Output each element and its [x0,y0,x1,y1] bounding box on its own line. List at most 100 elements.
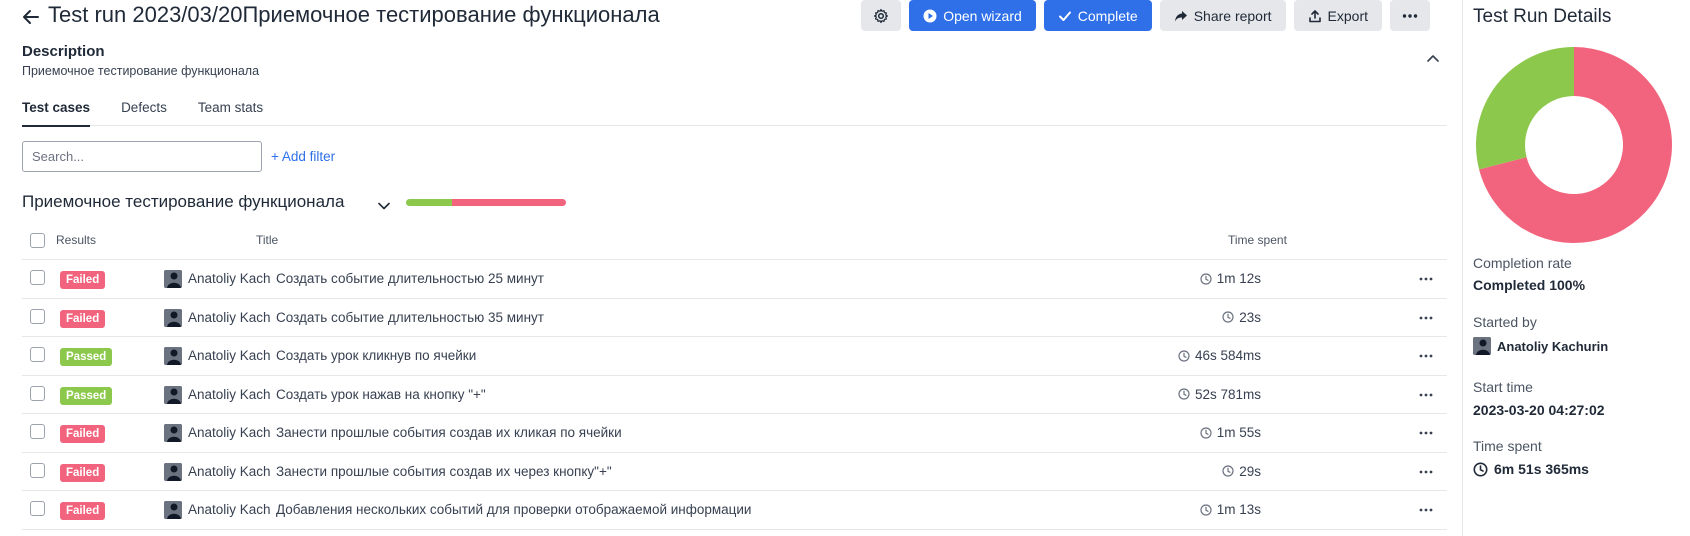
complete-button[interactable]: Complete [1043,0,1152,31]
search-input[interactable] [22,141,262,172]
test-cases-table: Results Title Time spent Failed Anatoliy … [22,225,1447,530]
row-more-icon[interactable] [1419,390,1433,400]
time-spent-cell: 29s [1222,464,1261,479]
avatar [164,347,182,365]
completion-rate-label: Completion rate [1473,255,1572,271]
status-badge: Passed [60,386,113,405]
details-title: Test Run Details [1473,6,1612,27]
suite-progress-passed [406,199,453,206]
table-row[interactable]: Failed Anatoliy Kachurin Создать событие д… [22,260,1447,299]
test-case-title[interactable]: Создать событие длительностью 25 минут [276,271,544,286]
clock-icon [1200,426,1212,439]
row-checkbox[interactable] [30,270,45,285]
export-button[interactable]: Export [1293,0,1382,31]
table-row[interactable]: Failed Anatoliy Kachurin Создать событие д… [22,299,1447,337]
test-case-title[interactable]: Создать урок кликнув по ячейки [276,348,476,363]
time-spent-cell: 1m 12s [1200,271,1261,286]
gear-icon [874,8,889,23]
table-body: Failed Anatoliy Kachurin Создать событие д… [22,260,1447,530]
table-row[interactable]: Failed Anatoliy Kachurin Занести прошлые с… [22,414,1447,453]
export-label: Export [1327,7,1368,24]
time-spent-text: 23s [1239,309,1261,325]
assignee-name: Anatoliy Kachurin [188,502,270,517]
test-case-title[interactable]: Занести прошлые события создав их через … [276,464,612,479]
status-badge: Passed [60,348,113,366]
more-actions-button[interactable] [1390,0,1430,31]
table-header: Results Title Time spent [22,225,1447,260]
test-case-title[interactable]: Создать урок нажав на кнопку "+" [276,387,486,402]
row-more-icon[interactable] [1419,505,1433,515]
started-by-name: Anatoliy Kachurin [1497,338,1609,354]
status-badge: Failed [60,463,106,482]
row-checkbox[interactable] [30,347,45,362]
table-row[interactable]: Failed Anatoliy Kachurin Занести прошлые с… [22,453,1447,491]
row-more-icon[interactable] [1419,467,1433,477]
time-spent-label: Time spent [1473,438,1542,454]
tab-team-stats[interactable]: Team stats [198,100,263,126]
tab-bar: Test cases Defects Team stats [22,100,1447,127]
clock-icon [1178,349,1190,362]
row-checkbox[interactable] [30,501,45,516]
avatar [164,308,182,327]
tab-test-cases[interactable]: Test cases [22,100,91,127]
column-title: Title [256,233,279,247]
test-run-details-panel: Test Run Details Completion rate Complet… [1462,0,1690,536]
time-spent-cell: 46s 584ms [1178,348,1261,363]
main-area: Test run 2023/03/20Приемочное тестирован… [0,0,1460,536]
start-time-value: 2023-03-20 04:27:02 [1473,402,1605,418]
clock-icon [1200,272,1212,285]
settings-button[interactable] [861,0,902,31]
row-more-icon[interactable] [1419,428,1433,438]
suite-progress-failed [452,199,566,206]
avatar [164,462,182,481]
assignee-name: Anatoliy Kachurin [188,463,270,479]
share-report-button[interactable]: Share report [1159,0,1286,31]
donut-slice-passed [1476,47,1574,170]
test-case-title[interactable]: Занести прошлые события создав их кликая… [276,425,622,440]
time-spent-cell: 52s 781ms [1178,387,1261,402]
avatar [164,424,182,442]
completion-rate-value: Completed 100% [1473,277,1586,293]
time-spent-cell: 1m 55s [1200,425,1261,440]
started-by-user[interactable]: Anatoliy Kachurin [1473,337,1608,355]
table-row[interactable]: Failed Anatoliy Kachurin Добавления нескол… [22,491,1447,530]
time-spent-cell: 1m 13s [1200,502,1261,517]
complete-label: Complete [1077,7,1138,24]
back-arrow-icon[interactable] [20,6,42,28]
column-results: Results [56,233,97,247]
row-more-icon[interactable] [1419,351,1433,361]
table-row[interactable]: Passed Anatoliy Kachurin Создать урок клик… [22,337,1447,376]
ellipsis-icon [1402,13,1418,18]
assignee-name: Anatoliy Kachurin [188,271,270,286]
add-filter-link[interactable]: + Add filter [271,149,335,164]
upload-icon [1308,9,1321,22]
open-wizard-label: Open wizard [943,7,1022,24]
suite-title[interactable]: Приемочное тестирование функционала [22,192,344,212]
start-time-label: Start time [1473,379,1533,395]
status-badge: Failed [60,502,106,520]
chevron-up-icon[interactable] [1425,50,1441,66]
tab-defects[interactable]: Defects [121,100,167,126]
open-wizard-button[interactable]: Open wizard [909,0,1036,31]
chevron-down-icon[interactable] [377,199,391,213]
row-more-icon[interactable] [1419,313,1433,323]
test-case-title[interactable]: Создать событие длительностью 35 минут [276,310,544,325]
row-checkbox[interactable] [30,462,45,478]
assignee-name: Anatoliy Kachurin [188,309,270,325]
time-spent-value: 6m 51s 365ms [1473,461,1589,477]
table-row[interactable]: Passed Anatoliy Kachurin Создать урок нажа… [22,376,1447,414]
test-case-title[interactable]: Добавления нескольких событий для провер… [276,502,751,517]
assignee-name: Anatoliy Kachurin [188,425,270,440]
status-badge: Failed [60,425,106,443]
assignee-name: Anatoliy Kachurin [188,386,270,402]
row-checkbox[interactable] [30,424,45,439]
row-checkbox[interactable] [30,385,45,401]
results-donut-chart [1476,47,1672,244]
row-checkbox[interactable] [30,308,45,324]
row-more-icon[interactable] [1419,274,1433,284]
select-all-checkbox[interactable] [30,233,45,248]
time-spent-text: 52s 781ms [1194,386,1261,402]
clock-icon [1222,465,1234,477]
avatar [1473,337,1491,355]
time-spent-text: 29s [1239,463,1261,479]
